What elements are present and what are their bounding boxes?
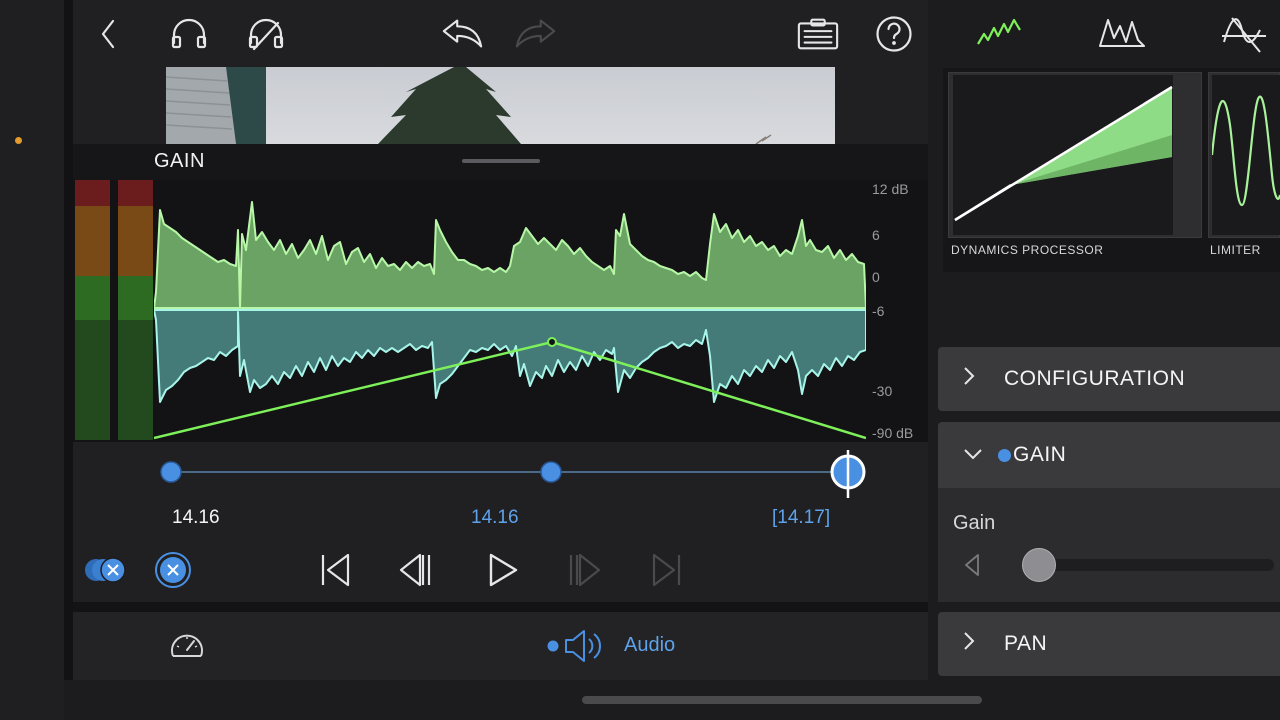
filter-icon[interactable] [1220,12,1270,54]
section-label: GAIN [1013,443,1067,466]
previous-keyframe-icon[interactable] [398,552,434,588]
end-time: [14.17] [772,507,831,528]
gain-slider-track[interactable] [1024,559,1274,571]
section-label: PAN [1004,632,1048,655]
audio-speaker-icon[interactable] [544,626,608,666]
configuration-section[interactable]: CONFIGURATION [938,347,1280,411]
play-icon[interactable] [486,552,522,588]
gain-section[interactable]: GAIN [938,422,1280,488]
drag-handle[interactable] [462,159,540,163]
keyframe-dot [998,448,1011,462]
status-dot [15,137,22,144]
pan-section[interactable]: PAN [938,612,1280,676]
decrement-icon[interactable] [962,552,984,578]
skip-to-end-icon[interactable] [648,552,684,588]
clear-all-keyframes-icon[interactable] [84,553,130,587]
speed-gauge-icon[interactable] [168,628,206,664]
spectrum-icon[interactable] [1098,14,1146,50]
divider [73,602,928,612]
headphones-icon[interactable] [167,14,211,54]
limiter-curve [1212,75,1280,235]
gain-slider-thumb[interactable] [1022,548,1056,582]
chevron-right-icon [962,365,982,393]
dynamics-curve [953,75,1173,235]
redo-icon[interactable] [514,14,558,54]
mid-time: 14.16 [471,507,519,528]
db-label: -90 dB [872,425,914,441]
db-label: -30 [872,383,893,399]
left-rail [0,0,64,720]
delete-keyframe-icon[interactable] [154,551,192,589]
gain-controls [938,488,1280,602]
db-label: 0 [872,269,880,285]
section-label: CONFIGURATION [1004,367,1186,390]
db-label: 6 [872,227,880,243]
range-slider[interactable] [150,450,880,500]
plugin-label: DYNAMICS PROCESSOR [951,243,1104,257]
db-label: -6 [872,303,885,319]
next-keyframe-icon[interactable] [566,552,602,588]
level-meter [75,180,153,440]
chevron-down-icon [962,444,982,467]
headphones-muted-icon[interactable] [244,14,288,54]
gain-label: Gain [953,512,996,534]
home-indicator[interactable] [582,696,982,704]
video-thumbnail [166,67,835,144]
plugin-label: LIMITER [1210,243,1261,257]
db-label: 12 dB [872,181,909,197]
dynamics-icon[interactable] [976,16,1022,48]
back-icon[interactable] [86,14,130,54]
undo-icon[interactable] [440,14,484,54]
audio-label[interactable]: Audio [624,634,675,657]
start-time: 14.16 [172,507,220,528]
clipboard-icon[interactable] [796,14,840,54]
audio-waveform [154,201,866,440]
divider [64,0,73,680]
help-icon[interactable] [872,14,916,54]
panel-title: GAIN [154,150,205,172]
chevron-right-icon [962,630,982,658]
skip-to-start-icon[interactable] [318,552,354,588]
